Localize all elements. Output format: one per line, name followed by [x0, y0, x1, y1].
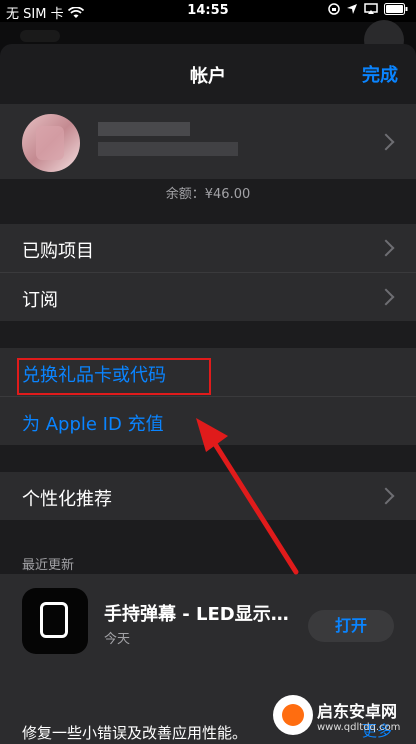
menu-item-label: 订阅: [22, 290, 58, 311]
menu-group-recommend: 个性化推荐: [0, 472, 416, 520]
account-sheet: 帐户 完成 余额：¥46.00 已购项目 订阅 兑换礼品卡或代码 为 Apple…: [0, 44, 416, 744]
menu-item-subscriptions[interactable]: 订阅: [0, 273, 416, 321]
avatar: [22, 114, 80, 172]
battery-icon: [384, 3, 408, 15]
highlight-box: [17, 358, 211, 395]
danmaku-icon: [40, 602, 68, 638]
page-title: 帐户: [190, 66, 226, 87]
menu-group-purchases: 已购项目 订阅: [0, 224, 416, 321]
watermark-logo-icon: [273, 695, 313, 735]
blurred-name: [98, 122, 190, 136]
done-button[interactable]: 完成: [362, 61, 398, 87]
open-button[interactable]: 打开: [308, 610, 394, 642]
background-blur: [20, 30, 60, 42]
status-bar: 无 SIM 卡 14:55: [0, 0, 416, 22]
chevron-right-icon: [377, 288, 395, 306]
nav-bar: 帐户 完成: [0, 44, 416, 104]
profile-row[interactable]: [0, 104, 416, 179]
location-icon: [347, 4, 357, 14]
chevron-right-icon: [377, 239, 395, 257]
watermark-url: www.qdltdq.com: [317, 721, 401, 733]
orientation-lock-icon: [328, 3, 340, 15]
watermark-text: 启东安卓网 www.qdltdq.com: [317, 698, 400, 733]
menu-item-label: 已购项目: [22, 241, 94, 262]
chevron-right-icon: [377, 487, 395, 505]
app-description: 修复一些小错误及改善应用性能。: [22, 724, 248, 742]
app-title[interactable]: 手持弹幕 - LED显示…: [104, 600, 289, 626]
blurred-email: [98, 142, 238, 156]
watermark-name: 启东安卓网: [317, 701, 398, 721]
menu-item-label: 个性化推荐: [22, 489, 112, 510]
app-icon[interactable]: [22, 588, 88, 654]
menu-item-purchased[interactable]: 已购项目: [0, 224, 416, 273]
screen-mirror-icon: [364, 3, 378, 14]
menu-item-add-funds[interactable]: 为 Apple ID 充值: [0, 397, 416, 445]
section-header-recent: 最近更新: [22, 558, 75, 573]
menu-group-redeem: 兑换礼品卡或代码 为 Apple ID 充值: [0, 348, 416, 445]
menu-item-recommendations[interactable]: 个性化推荐: [0, 472, 416, 520]
watermark: 启东安卓网 www.qdltdq.com: [273, 692, 416, 738]
balance-label: 余额：¥46.00: [165, 187, 251, 202]
app-date: 今天: [104, 632, 131, 647]
status-icons: [328, 3, 408, 15]
chevron-right-icon: [377, 133, 395, 151]
add-funds-link[interactable]: 为 Apple ID 充值: [22, 410, 164, 436]
menu-item-redeem[interactable]: 兑换礼品卡或代码: [0, 348, 416, 397]
